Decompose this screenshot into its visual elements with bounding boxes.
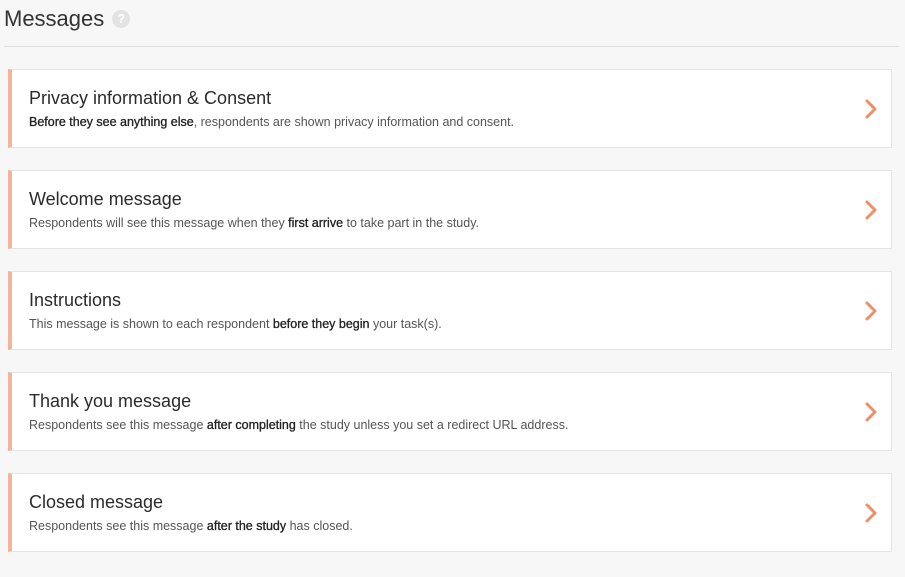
description-text: This message is shown to each respondent xyxy=(29,317,273,331)
description-text: Respondents see this message xyxy=(29,519,207,533)
chevron-right-icon[interactable] xyxy=(863,299,879,323)
description-text: Respondents will see this message when t… xyxy=(29,216,289,230)
message-card-title: Thank you message xyxy=(29,391,192,411)
description-emphasis: Before they see anything else xyxy=(29,115,194,129)
message-card-description: This message is shown to each respondent… xyxy=(29,316,442,332)
description-text: , respondents are shown privacy informat… xyxy=(193,115,515,129)
description-text: has closed. xyxy=(286,519,353,533)
message-card-privacy[interactable]: Privacy information & Consent Before the… xyxy=(8,69,892,148)
help-icon[interactable]: ? xyxy=(112,10,131,28)
message-card-description: Respondents see this message after the s… xyxy=(29,518,353,534)
message-card-instructions[interactable]: Instructions This message is shown to ea… xyxy=(8,271,892,350)
message-card-thank-you[interactable]: Thank you message Respondents see this m… xyxy=(8,372,892,451)
description-text: Respondents see this message xyxy=(29,418,207,432)
page-header: Messages ? xyxy=(4,4,899,47)
message-card-description: Respondents see this message after compl… xyxy=(29,417,568,433)
description-emphasis: before they begin xyxy=(272,317,370,331)
description-emphasis: after the study xyxy=(206,519,287,533)
chevron-right-icon[interactable] xyxy=(863,198,879,222)
description-text: the study unless you set a redirect URL … xyxy=(295,418,569,432)
message-card-welcome[interactable]: Welcome message Respondents will see thi… xyxy=(8,170,892,249)
message-card-description: Before they see anything else, responden… xyxy=(29,114,514,130)
description-emphasis: after completing xyxy=(206,418,296,432)
message-list: Privacy information & Consent Before the… xyxy=(8,69,892,574)
description-text: your task(s). xyxy=(369,317,442,331)
message-card-title: Welcome message xyxy=(29,189,182,209)
description-text: to take part in the study. xyxy=(343,216,480,230)
description-emphasis: first arrive xyxy=(288,216,344,230)
chevron-right-icon[interactable] xyxy=(863,400,879,424)
message-card-title: Closed message xyxy=(29,492,164,512)
chevron-right-icon[interactable] xyxy=(863,97,879,121)
message-card-title: Privacy information & Consent xyxy=(29,88,272,108)
chevron-right-icon[interactable] xyxy=(863,501,879,525)
message-card-closed[interactable]: Closed message Respondents see this mess… xyxy=(8,473,892,552)
message-card-title: Instructions xyxy=(29,290,122,310)
page-title: Messages xyxy=(4,6,105,31)
message-card-description: Respondents will see this message when t… xyxy=(29,215,479,231)
